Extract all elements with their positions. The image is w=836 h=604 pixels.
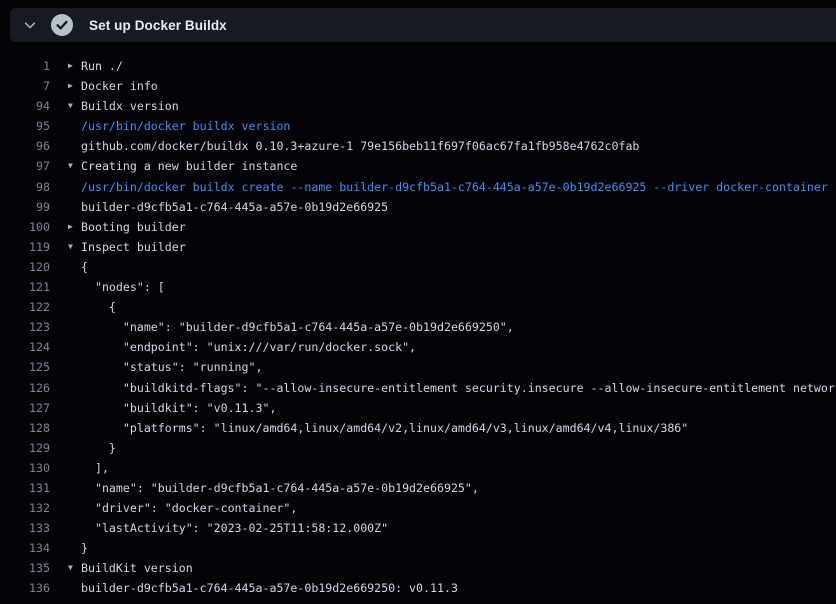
line-number[interactable]: 134 (0, 538, 50, 558)
log-line: 122 { (0, 297, 836, 317)
triangle-collapsed-icon[interactable]: ▶ (68, 56, 81, 76)
line-number[interactable]: 94 (0, 96, 50, 116)
output-text: builder-d9cfb5a1-c764-445a-a57e-0b19d2e6… (81, 578, 458, 598)
log-line: 125 "status": "running", (0, 357, 836, 377)
log-line: 123 "name": "builder-d9cfb5a1-c764-445a-… (0, 317, 836, 337)
log-line: 132 "driver": "docker-container", (0, 498, 836, 518)
log-group-row[interactable]: 135 ▼BuildKit version (0, 558, 836, 578)
line-number[interactable]: 133 (0, 518, 50, 538)
output-text: "buildkit": "v0.11.3", (81, 398, 276, 418)
line-number[interactable]: 127 (0, 398, 50, 418)
line-number[interactable]: 7 (0, 76, 50, 96)
log-group-row[interactable]: 97 ▼Creating a new builder instance (0, 156, 836, 176)
log-line: 96 github.com/docker/buildx 0.10.3+azure-… (0, 136, 836, 156)
log-line: 126 "buildkitd-flags": "--allow-insecure… (0, 378, 836, 398)
output-text: { (81, 257, 88, 277)
line-number[interactable]: 98 (0, 177, 50, 197)
triangle-expanded-icon[interactable]: ▼ (68, 558, 81, 578)
log-group-row[interactable]: 94 ▼Buildx version (0, 96, 836, 116)
output-text: builder-d9cfb5a1-c764-445a-a57e-0b19d2e6… (81, 197, 388, 217)
log-line: 136 builder-d9cfb5a1-c764-445a-a57e-0b19d… (0, 578, 836, 598)
log-group-row[interactable]: 119 ▼Inspect builder (0, 237, 836, 257)
line-number[interactable]: 130 (0, 458, 50, 478)
log-group-row[interactable]: 100 ▶Booting builder (0, 217, 836, 237)
line-number[interactable]: 132 (0, 498, 50, 518)
log-line: 127 "buildkit": "v0.11.3", (0, 398, 836, 418)
log-line: 124 "endpoint": "unix:///var/run/docker.… (0, 337, 836, 357)
output-text: "nodes": [ (81, 277, 165, 297)
triangle-collapsed-icon[interactable]: ▶ (68, 217, 81, 237)
group-title: Buildx version (81, 96, 179, 116)
output-text: "buildkitd-flags": "--allow-insecure-ent… (81, 378, 836, 398)
line-number[interactable]: 129 (0, 438, 50, 458)
group-title: Creating a new builder instance (81, 156, 297, 176)
log-line: 133 "lastActivity": "2023-02-25T11:58:12… (0, 518, 836, 538)
line-number[interactable]: 125 (0, 357, 50, 377)
log-line: 99 builder-d9cfb5a1-c764-445a-a57e-0b19d2… (0, 197, 836, 217)
line-number[interactable]: 131 (0, 478, 50, 498)
step-header[interactable]: Set up Docker Buildx (10, 8, 836, 42)
line-number[interactable]: 99 (0, 197, 50, 217)
output-text: "endpoint": "unix:///var/run/docker.sock… (81, 337, 416, 357)
line-number[interactable]: 128 (0, 418, 50, 438)
line-number[interactable]: 135 (0, 558, 50, 578)
log-line: 98/usr/bin/docker buildx create --name b… (0, 177, 836, 197)
line-number[interactable]: 1 (0, 56, 50, 76)
group-title: Inspect builder (81, 237, 186, 257)
triangle-expanded-icon[interactable]: ▼ (68, 156, 81, 176)
output-text: "lastActivity": "2023-02-25T11:58:12.000… (81, 518, 388, 538)
output-text: "name": "builder-d9cfb5a1-c764-445a-a57e… (81, 317, 514, 337)
group-title: Docker info (81, 76, 158, 96)
triangle-expanded-icon[interactable]: ▼ (68, 237, 81, 257)
log-line: 130 ], (0, 458, 836, 478)
check-circle-icon (51, 14, 73, 36)
group-title: Run ./ (81, 56, 123, 76)
log-line: 134} (0, 538, 836, 558)
output-text: "name": "builder-d9cfb5a1-c764-445a-a57e… (81, 478, 479, 498)
line-number[interactable]: 96 (0, 136, 50, 156)
output-text: "status": "running", (81, 357, 262, 377)
output-text: } (81, 538, 88, 558)
output-text: ], (81, 458, 109, 478)
line-number[interactable]: 97 (0, 156, 50, 176)
line-number[interactable]: 136 (0, 578, 50, 598)
group-title: BuildKit version (81, 558, 193, 578)
log-line: 128 "platforms": "linux/amd64,linux/amd6… (0, 418, 836, 438)
line-number[interactable]: 119 (0, 237, 50, 257)
line-number[interactable]: 120 (0, 257, 50, 277)
log-viewer: Set up Docker Buildx 1▶Run ./7▶Docker in… (0, 0, 836, 604)
log-group-row[interactable]: 7 ▶Docker info (0, 76, 836, 96)
log-line: 129 } (0, 438, 836, 458)
log-line: 131 "name": "builder-d9cfb5a1-c764-445a-… (0, 478, 836, 498)
output-text: { (81, 297, 116, 317)
log-lines-container: 1▶Run ./7▶Docker info94▼Buildx version95… (0, 56, 836, 599)
line-number[interactable]: 100 (0, 217, 50, 237)
output-text: "platforms": "linux/amd64,linux/amd64/v2… (81, 418, 688, 438)
output-text: "driver": "docker-container", (81, 498, 297, 518)
step-title: Set up Docker Buildx (89, 18, 227, 33)
output-text: } (81, 438, 116, 458)
log-line: 120 { (0, 257, 836, 277)
output-text: github.com/docker/buildx 0.10.3+azure-1 … (81, 136, 639, 156)
line-number[interactable]: 122 (0, 297, 50, 317)
command-text: /usr/bin/docker buildx create --name bui… (81, 177, 828, 197)
group-title: Booting builder (81, 217, 186, 237)
triangle-collapsed-icon[interactable]: ▶ (68, 76, 81, 96)
line-number[interactable]: 124 (0, 337, 50, 357)
chevron-down-icon[interactable] (22, 17, 38, 33)
log-group-row[interactable]: 1 ▶Run ./ (0, 56, 836, 76)
command-text: /usr/bin/docker buildx version (81, 116, 290, 136)
line-number[interactable]: 121 (0, 277, 50, 297)
line-number[interactable]: 123 (0, 317, 50, 337)
line-number[interactable]: 95 (0, 116, 50, 136)
log-line: 95/usr/bin/docker buildx version (0, 116, 836, 136)
line-number[interactable]: 126 (0, 378, 50, 398)
triangle-expanded-icon[interactable]: ▼ (68, 96, 81, 116)
log-line: 121 "nodes": [ (0, 277, 836, 297)
